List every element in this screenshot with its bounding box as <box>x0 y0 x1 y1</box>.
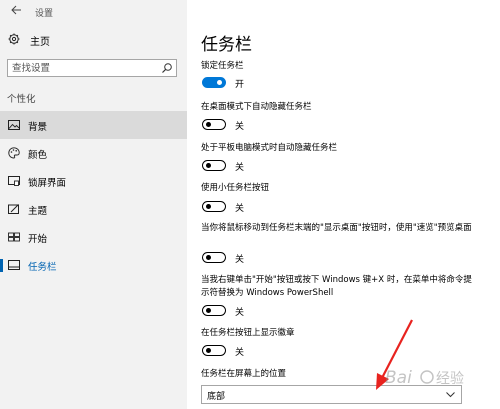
sidebar-item-home[interactable]: 主页 <box>0 28 187 52</box>
setting-label-small-buttons: 使用小任务栏按钮 <box>201 183 270 193</box>
theme-icon <box>8 204 19 214</box>
sidebar-item-background[interactable]: 背景 <box>0 111 187 139</box>
toggle-state-label: 关 <box>235 163 245 173</box>
setting-label-badges: 在任务栏按钮上显示徽章 <box>201 328 295 338</box>
sidebar-item-colors[interactable]: 颜色 <box>0 139 187 167</box>
toggle-state-label: 关 <box>235 204 245 214</box>
gear-icon <box>8 33 20 45</box>
taskbar-position-dropdown[interactable]: 底部 <box>201 385 462 404</box>
palette-icon <box>8 147 20 159</box>
toggle-lock-taskbar[interactable] <box>202 77 226 88</box>
toggle-powershell[interactable] <box>202 305 226 316</box>
title-bar: 设置 <box>0 0 187 26</box>
toggle-badges[interactable] <box>202 345 226 356</box>
active-indicator <box>0 259 3 272</box>
toggle-small-buttons[interactable] <box>202 201 226 212</box>
sidebar-item-label: 开始 <box>28 234 48 245</box>
back-button[interactable] <box>10 4 22 16</box>
dropdown-value: 底部 <box>207 392 226 402</box>
toggle-peek[interactable] <box>202 252 226 263</box>
sidebar-item-start[interactable]: 开始 <box>0 223 187 251</box>
setting-label-powershell: 当我右键单击"开始"按钮或按下 Windows 键+X 时，在菜单中将命令提示符… <box>201 275 472 298</box>
toggle-state-label: 关 <box>235 255 245 265</box>
sidebar-item-label: 任务栏 <box>28 262 57 273</box>
sidebar-item-label: 主页 <box>30 37 50 48</box>
setting-label-autohide-desktop: 在桌面模式下自动隐藏任务栏 <box>201 102 312 112</box>
sidebar-item-themes[interactable]: 主题 <box>0 195 187 223</box>
picture-icon <box>8 120 20 130</box>
sidebar-item-label: 锁屏界面 <box>28 178 67 189</box>
taskbar-icon <box>8 260 20 270</box>
sidebar-item-taskbar[interactable]: 任务栏 <box>0 251 187 279</box>
lock-screen-icon <box>8 176 20 186</box>
sidebar-item-label: 颜色 <box>28 150 48 161</box>
toggle-autohide-tablet[interactable] <box>202 160 226 171</box>
setting-label-peek: 当你将鼠标移动到任务栏末端的"显示桌面"按钮时，使用"速览"预览桌面 <box>201 223 472 233</box>
section-title: 个性化 <box>7 94 36 105</box>
sidebar-item-lock-screen[interactable]: 锁屏界面 <box>0 167 187 195</box>
window-title: 设置 <box>35 9 54 19</box>
toggle-state-label: 关 <box>235 308 245 318</box>
main-content: 任务栏 锁定任务栏 开 在桌面模式下自动隐藏任务栏 关 处于平板电脑模式时自动隐… <box>187 0 500 409</box>
back-arrow-icon <box>11 5 21 15</box>
sidebar: 设置 主页 个性化 背景 颜色 <box>0 0 187 409</box>
toggle-autohide-desktop[interactable] <box>202 119 226 130</box>
search-box[interactable] <box>7 59 177 77</box>
chevron-down-icon <box>446 392 455 398</box>
toggle-state-label: 关 <box>235 122 245 132</box>
page-title: 任务栏 <box>201 35 252 55</box>
setting-label-lock-taskbar: 锁定任务栏 <box>201 61 244 71</box>
taskbar-position-label: 任务栏在屏幕上的位置 <box>201 369 287 379</box>
setting-label-autohide-tablet: 处于平板电脑模式时自动隐藏任务栏 <box>201 143 338 153</box>
search-input[interactable] <box>8 60 160 76</box>
toggle-state-label: 开 <box>235 80 245 90</box>
search-icon[interactable] <box>161 62 173 74</box>
toggle-state-label: 关 <box>235 348 245 358</box>
sidebar-item-label: 背景 <box>28 122 48 133</box>
sidebar-item-label: 主题 <box>28 206 48 217</box>
start-icon <box>8 232 20 242</box>
